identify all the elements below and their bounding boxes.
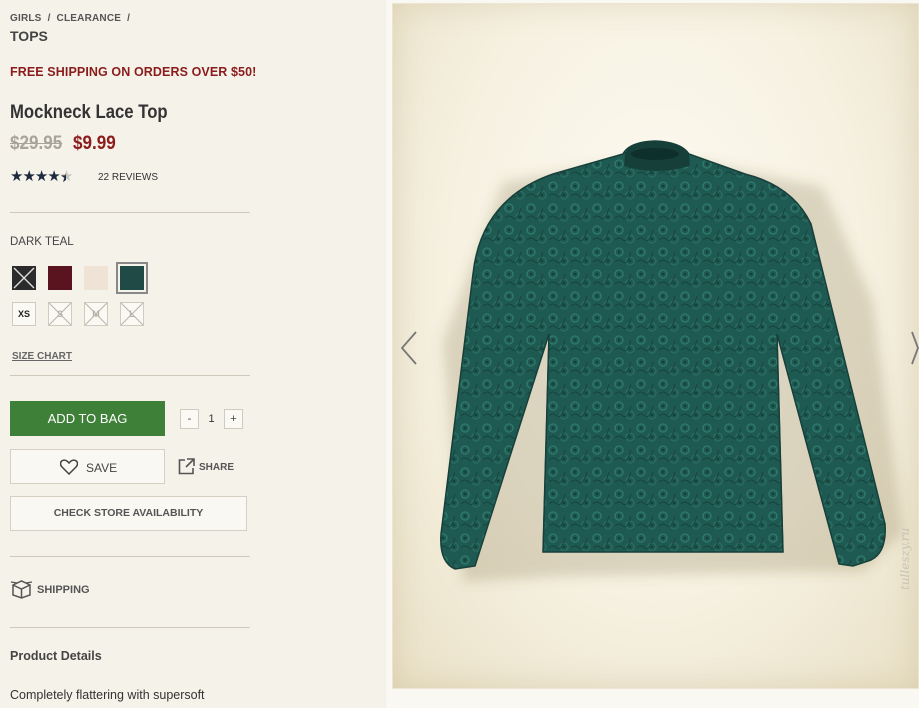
color-name: DARK TEAL: [10, 236, 74, 248]
size-option-xs[interactable]: XS: [12, 302, 36, 326]
shipping-section[interactable]: SHIPPING: [10, 579, 90, 604]
star-icon: ★: [22, 168, 35, 185]
quantity-increase-button[interactable]: +: [224, 409, 243, 429]
size-option-s[interactable]: S: [48, 302, 72, 326]
color-swatch-cream[interactable]: [84, 266, 108, 290]
product-details-heading[interactable]: Product Details: [10, 649, 102, 663]
product-details-text: Completely flattering with supersoft: [10, 688, 205, 702]
sale-price: $9.99: [73, 133, 116, 154]
breadcrumb-girls[interactable]: GIRLS: [10, 13, 42, 24]
product-info-panel: GIRLS / CLEARANCE / TOPS FREE SHIPPING ON O…: [0, 0, 385, 708]
box-icon: [10, 580, 33, 599]
star-icon: ★: [10, 168, 23, 185]
unavailable-x-icon: [13, 267, 35, 289]
previous-image-arrow-icon[interactable]: [399, 330, 419, 366]
breadcrumb-separator: /: [127, 13, 131, 24]
share-label: SHARE: [199, 462, 235, 473]
heart-icon: [60, 459, 78, 475]
reviews-link[interactable]: 22 REVIEWS: [98, 172, 158, 183]
star-icon: ★: [34, 168, 48, 185]
product-photo: [392, 3, 919, 689]
color-swatch-dark-teal[interactable]: [116, 262, 148, 294]
quantity-value[interactable]: 1: [199, 409, 224, 429]
breadcrumb-current[interactable]: TOPS: [10, 28, 48, 44]
half-star-icon: ★: [60, 168, 73, 185]
free-shipping-promo: FREE SHIPPING ON ORDERS OVER $50!: [10, 65, 257, 79]
original-price: $29.95: [10, 133, 63, 154]
divider: [10, 212, 250, 213]
product-image-gallery: [386, 0, 919, 708]
size-option-l[interactable]: L: [120, 302, 144, 326]
next-image-arrow-icon[interactable]: [911, 330, 919, 366]
add-to-bag-button[interactable]: ADD TO BAG: [10, 401, 165, 436]
quantity-decrease-button[interactable]: -: [180, 409, 199, 429]
product-title: Mockneck Lace Top: [10, 102, 168, 123]
unavailable-x-icon: [120, 302, 144, 326]
unavailable-x-icon: [84, 302, 108, 326]
breadcrumb-clearance[interactable]: CLEARANCE: [57, 13, 122, 24]
share-button[interactable]: SHARE: [178, 458, 234, 480]
star-rating[interactable]: ★★★★★: [10, 167, 73, 185]
color-swatch-burgundy[interactable]: [48, 266, 72, 290]
divider: [10, 556, 250, 557]
size-option-m[interactable]: M: [84, 302, 108, 326]
check-store-availability-button[interactable]: CHECK STORE AVAILABILITY: [10, 496, 247, 531]
star-icon: ★: [47, 168, 60, 185]
breadcrumb: GIRLS / CLEARANCE /: [10, 13, 136, 24]
lace-top-image: [440, 140, 903, 582]
shipping-label: SHIPPING: [37, 584, 90, 596]
unavailable-x-icon: [48, 302, 72, 326]
breadcrumb-separator: /: [47, 13, 51, 24]
save-label: SAVE: [86, 461, 118, 475]
size-chart-link[interactable]: SIZE CHART: [12, 351, 72, 362]
save-button[interactable]: SAVE: [10, 449, 165, 484]
divider: [10, 627, 250, 628]
share-icon: [178, 458, 195, 475]
watermark: tulleszy.ru: [898, 527, 912, 590]
color-swatch-black[interactable]: [12, 266, 36, 290]
divider: [10, 375, 250, 376]
